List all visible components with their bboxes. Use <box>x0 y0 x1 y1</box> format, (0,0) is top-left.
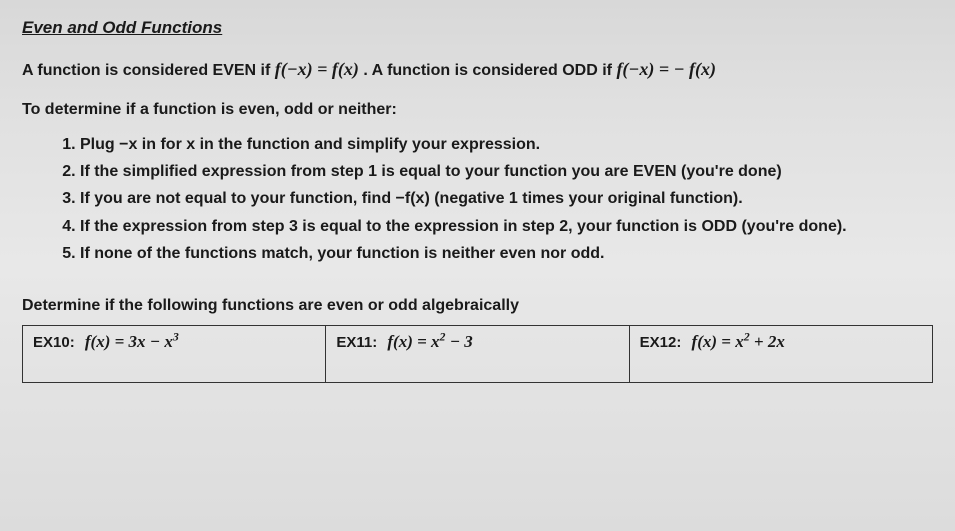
intro-text-1: A function is considered EVEN if <box>22 62 275 79</box>
step-item: If you are not equal to your function, f… <box>80 187 933 210</box>
example-cell: EX11: f(x) = x2 − 3 <box>326 325 629 382</box>
example-label: EX10: <box>33 334 75 351</box>
determine-heading: Determine if the following functions are… <box>22 297 933 315</box>
examples-table: EX10: f(x) = 3x − x3 EX11: f(x) = x2 − 3… <box>22 325 933 383</box>
subheading: To determine if a function is even, odd … <box>22 101 933 119</box>
example-cell: EX10: f(x) = 3x − x3 <box>23 325 326 382</box>
intro-math-even: f(−x) = f(x) <box>275 59 359 79</box>
page-title: Even and Odd Functions <box>22 18 933 38</box>
example-label: EX11: <box>336 334 377 351</box>
example-cell: EX12: f(x) = x2 + 2x <box>629 325 932 382</box>
step-item: Plug −x in for x in the function and sim… <box>80 133 933 156</box>
example-label: EX12: <box>640 334 682 351</box>
intro-paragraph: A function is considered EVEN if f(−x) =… <box>22 56 933 83</box>
example-function: f(x) = x2 − 3 <box>381 332 472 351</box>
step-item: If the simplified expression from step 1… <box>80 160 933 183</box>
example-function: f(x) = x2 + 2x <box>686 332 785 351</box>
step-item: If none of the functions match, your fun… <box>80 242 933 265</box>
intro-text-2: . A function is considered ODD if <box>363 62 616 79</box>
example-function: f(x) = 3x − x3 <box>79 332 179 351</box>
steps-list: Plug −x in for x in the function and sim… <box>80 133 933 265</box>
step-item: If the expression from step 3 is equal t… <box>80 215 933 238</box>
intro-math-odd: f(−x) = − f(x) <box>616 59 716 79</box>
